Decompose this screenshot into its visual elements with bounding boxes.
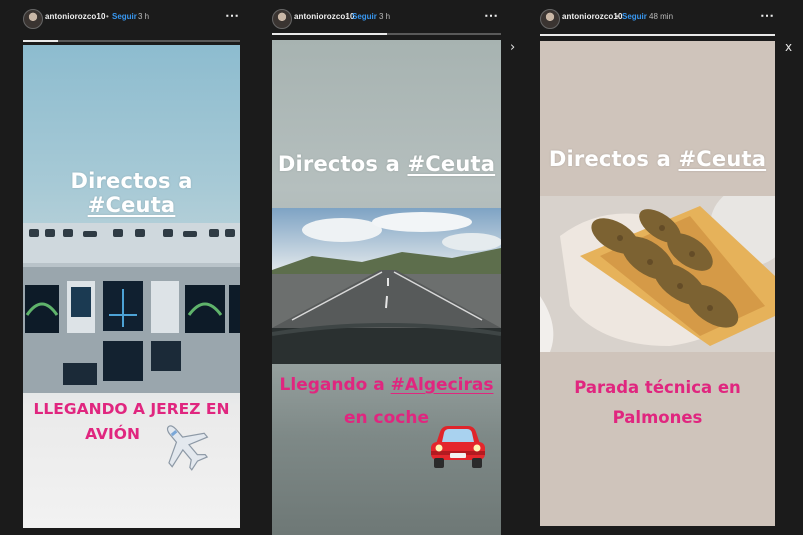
- progress-bar: [23, 40, 240, 42]
- username[interactable]: antoniorozco10: [45, 12, 106, 21]
- title-text: Directos a: [548, 147, 679, 171]
- separator: •: [106, 12, 109, 21]
- follow-button[interactable]: Seguir: [622, 12, 647, 21]
- story-panel-2: antoniorozco10 • Seguir 3 h ⋯ › Directos…: [258, 0, 523, 535]
- story-header: antoniorozco10 • Seguir 3 h ⋯: [258, 7, 523, 29]
- avatar[interactable]: [272, 9, 292, 29]
- story-title: Directos a #Ceuta: [23, 169, 240, 217]
- progress-bar: [272, 33, 501, 35]
- story-caption: Parada técnica en Palmones: [540, 373, 775, 433]
- more-options-icon[interactable]: ⋯: [225, 7, 240, 24]
- follow-button[interactable]: Seguir: [112, 12, 137, 21]
- story-title: Directos a #Ceuta: [540, 147, 775, 171]
- airplane-icon: [166, 425, 209, 471]
- timestamp: 3 h: [138, 12, 150, 21]
- avatar[interactable]: [23, 9, 43, 29]
- red-car-icon: [431, 426, 485, 468]
- hashtag-link[interactable]: #Ceuta: [88, 193, 176, 217]
- hashtag-link[interactable]: #Ceuta: [408, 152, 496, 176]
- story-header: antoniorozco10 • Seguir 3 h ⋯: [0, 7, 258, 29]
- cockpit-photo: [23, 223, 240, 393]
- timestamp: 48 min: [649, 12, 674, 21]
- hashtag-link[interactable]: #Ceuta: [679, 147, 767, 171]
- story-content[interactable]: Directos a #Ceuta Llegando a #Algeciras …: [272, 40, 501, 535]
- progress-bar: [540, 34, 775, 36]
- caption-line-1: Llegando a #Algeciras: [272, 369, 501, 402]
- progress-fill: [272, 33, 387, 35]
- next-story-icon[interactable]: ›: [510, 40, 515, 55]
- caption-line-1: Parada técnica en: [574, 378, 741, 397]
- separator: •: [346, 12, 349, 21]
- title-text: Directos a: [277, 152, 408, 176]
- caption-line-2-text: AVIÓN: [85, 425, 140, 443]
- progress-fill: [23, 40, 58, 42]
- close-icon[interactable]: x: [785, 40, 792, 54]
- story-title: Directos a #Ceuta: [272, 152, 501, 176]
- story-content[interactable]: Directos a #Ceuta LLEGANDO A JEREZ EN AV…: [23, 45, 240, 528]
- story-content[interactable]: Directos a #Ceuta Parada técnica en Palm…: [540, 41, 775, 526]
- story-header: antoniorozco10 • Seguir 48 min ⋯: [523, 7, 803, 29]
- food-photo: [540, 196, 775, 352]
- title-text: Directos a: [70, 169, 193, 193]
- more-options-icon[interactable]: ⋯: [760, 7, 775, 24]
- follow-button[interactable]: Seguir: [352, 12, 377, 21]
- caption-line-2: Palmones: [612, 408, 703, 427]
- separator: •: [616, 12, 619, 21]
- more-options-icon[interactable]: ⋯: [484, 7, 499, 24]
- hashtag-link[interactable]: #Algeciras: [391, 375, 494, 395]
- avatar[interactable]: [540, 9, 560, 29]
- story-panel-1: antoniorozco10 • Seguir 3 h ⋯ Directos a…: [0, 0, 258, 535]
- progress-fill: [540, 34, 775, 36]
- timestamp: 3 h: [379, 12, 391, 21]
- story-panel-3: antoniorozco10 • Seguir 48 min ⋯ x Direc…: [523, 0, 803, 535]
- username[interactable]: antoniorozco10: [562, 12, 623, 21]
- road-photo: [272, 208, 501, 364]
- caption-text: Llegando a: [279, 375, 391, 395]
